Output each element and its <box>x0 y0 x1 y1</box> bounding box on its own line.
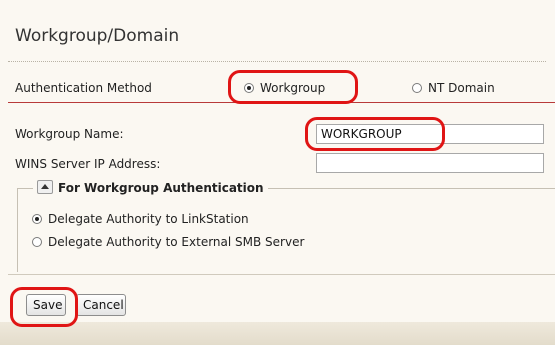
bottom-divider <box>8 274 555 275</box>
radio-unselected-icon[interactable] <box>32 237 42 247</box>
radio-unselected-icon[interactable] <box>412 83 422 93</box>
delegate-external-smb-label: Delegate Authority to External SMB Serve… <box>48 235 305 249</box>
delegate-linkstation-radio[interactable]: Delegate Authority to LinkStation <box>32 212 249 226</box>
wins-server-label: WINS Server IP Address: <box>15 157 161 171</box>
delegate-external-smb-radio[interactable]: Delegate Authority to External SMB Serve… <box>32 235 304 249</box>
workgroup-name-input[interactable]: WORKGROUP <box>316 124 544 144</box>
workgroup-name-label: Workgroup Name: <box>15 127 124 141</box>
workgroup-domain-panel: Workgroup/Domain Authentication Method W… <box>0 0 555 345</box>
footer-shade <box>0 322 555 345</box>
workgroup-auth-legend-text: For Workgroup Authentication <box>58 181 264 195</box>
radio-selected-icon[interactable] <box>32 214 42 224</box>
radio-selected-icon[interactable] <box>244 83 254 93</box>
workgroup-auth-fieldset <box>17 188 555 272</box>
save-button[interactable]: Save <box>26 294 66 316</box>
delegate-linkstation-label: Delegate Authority to LinkStation <box>48 212 249 226</box>
auth-workgroup-label: Workgroup <box>260 81 326 95</box>
title-divider <box>8 61 546 62</box>
auth-radio-nt-domain[interactable]: NT Domain <box>412 81 495 95</box>
section-divider <box>8 102 555 103</box>
auth-method-label: Authentication Method <box>15 81 152 95</box>
page-title: Workgroup/Domain <box>15 26 180 46</box>
wins-server-input[interactable] <box>316 153 544 173</box>
cancel-button[interactable]: Cancel <box>76 294 126 316</box>
collapse-toggle-icon[interactable] <box>37 180 53 194</box>
auth-radio-workgroup[interactable]: Workgroup <box>244 81 325 95</box>
workgroup-auth-legend: For Workgroup Authentication <box>33 180 268 195</box>
auth-nt-domain-label: NT Domain <box>428 81 495 95</box>
